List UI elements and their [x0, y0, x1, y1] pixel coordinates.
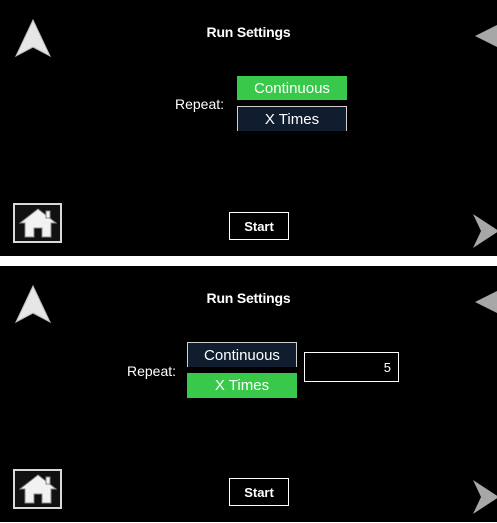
run-settings-screen-continuous: Run Settings Repeat: Continuous X Times …	[0, 0, 497, 256]
page-title: Run Settings	[206, 290, 291, 306]
repeat-count-field[interactable]: 5	[304, 352, 399, 382]
home-button[interactable]	[13, 469, 62, 509]
left-arrow-icon[interactable]	[473, 22, 497, 50]
run-settings-screen-x-times: Run Settings Repeat: Continuous X Times …	[0, 266, 497, 522]
right-arrow-icon[interactable]	[473, 212, 497, 250]
continuous-option[interactable]: Continuous	[237, 76, 347, 100]
home-button[interactable]	[13, 203, 62, 243]
home-icon	[18, 474, 57, 504]
continuous-option[interactable]: Continuous	[187, 342, 297, 367]
start-button[interactable]: Start	[229, 478, 289, 506]
right-arrow-icon[interactable]	[473, 478, 497, 516]
repeat-label: Repeat:	[127, 363, 177, 379]
left-arrow-icon[interactable]	[473, 288, 497, 316]
home-icon	[18, 208, 57, 238]
x-times-option[interactable]: X Times	[187, 373, 297, 398]
x-times-option[interactable]: X Times	[237, 106, 347, 131]
repeat-label: Repeat:	[175, 96, 225, 112]
start-button[interactable]: Start	[229, 212, 289, 240]
page-title: Run Settings	[206, 24, 291, 40]
